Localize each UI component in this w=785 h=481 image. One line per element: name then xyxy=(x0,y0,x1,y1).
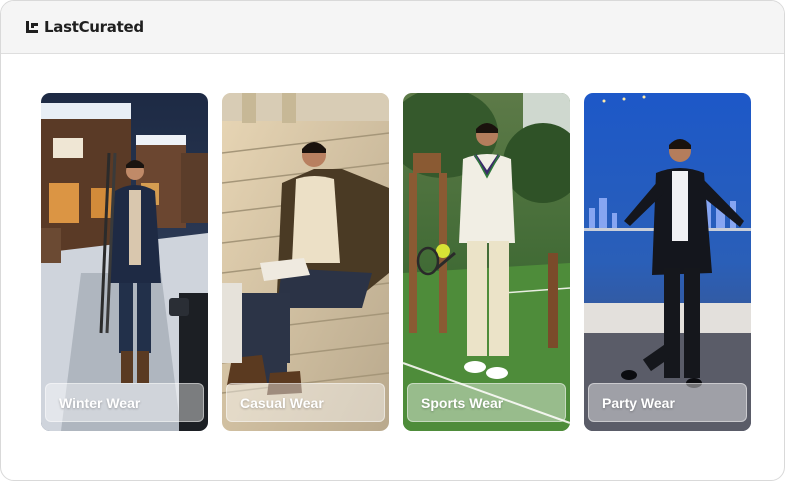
casual-wear-image xyxy=(222,93,389,431)
category-label: Party Wear xyxy=(588,383,747,422)
winter-wear-image xyxy=(41,93,208,431)
category-label: Casual Wear xyxy=(226,383,385,422)
category-grid: Winter Wear Casual Wear Sports Wear Part… xyxy=(41,93,751,431)
category-card-party-wear[interactable]: Party Wear xyxy=(584,93,751,431)
party-wear-image xyxy=(584,93,751,431)
category-card-winter-wear[interactable]: Winter Wear xyxy=(41,93,208,431)
sports-wear-image xyxy=(403,93,570,431)
brand-logo-icon xyxy=(25,20,39,34)
category-label: Sports Wear xyxy=(407,383,566,422)
category-label: Winter Wear xyxy=(45,383,204,422)
brand-name: LastCurated xyxy=(44,18,144,36)
app-window: LastCurated Winter Wear Casual Wear Spor… xyxy=(0,0,785,481)
category-card-sports-wear[interactable]: Sports Wear xyxy=(403,93,570,431)
category-card-casual-wear[interactable]: Casual Wear xyxy=(222,93,389,431)
header: LastCurated xyxy=(1,1,784,54)
